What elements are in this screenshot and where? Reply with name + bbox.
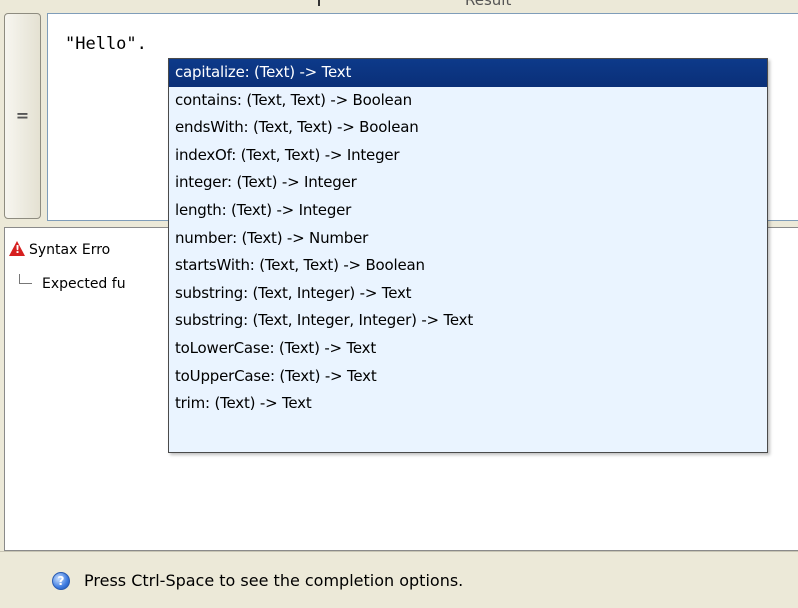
completion-item[interactable]: substring: (Text, Integer, Integer) -> T… xyxy=(169,307,767,335)
warning-icon xyxy=(9,241,25,256)
top-strip: Result xyxy=(0,0,798,10)
top-strip-tick xyxy=(318,0,320,6)
tree-branch-icon xyxy=(19,274,32,284)
completion-popup[interactable]: capitalize: (Text) -> Text contains: (Tex… xyxy=(168,58,768,453)
completion-item[interactable]: substring: (Text, Integer) -> Text xyxy=(169,280,767,308)
completion-list[interactable]: capitalize: (Text) -> Text contains: (Tex… xyxy=(169,59,767,418)
evaluate-button[interactable]: = xyxy=(4,13,41,219)
equals-icon: = xyxy=(15,106,30,125)
status-text: Press Ctrl-Space to see the completion o… xyxy=(84,571,464,590)
result-header-label: Result xyxy=(465,0,512,9)
info-icon xyxy=(52,572,70,590)
completion-item[interactable]: indexOf: (Text, Text) -> Integer xyxy=(169,142,767,170)
error-detail-row[interactable]: Expected fu xyxy=(19,274,126,292)
completion-item[interactable]: length: (Text) -> Integer xyxy=(169,197,767,225)
completion-item[interactable]: endsWith: (Text, Text) -> Boolean xyxy=(169,114,767,142)
expression-text[interactable]: "Hello". xyxy=(65,34,147,54)
syntax-error-text: Syntax Erro xyxy=(29,242,111,258)
completion-item[interactable]: integer: (Text) -> Integer xyxy=(169,169,767,197)
syntax-error-row[interactable]: Syntax Erro xyxy=(9,241,110,258)
completion-item[interactable]: capitalize: (Text) -> Text xyxy=(169,59,767,87)
completion-item[interactable]: startsWith: (Text, Text) -> Boolean xyxy=(169,252,767,280)
completion-item[interactable]: toUpperCase: (Text) -> Text xyxy=(169,363,767,391)
completion-item[interactable]: trim: (Text) -> Text xyxy=(169,390,767,418)
status-bar: Press Ctrl-Space to see the completion o… xyxy=(0,551,798,608)
completion-item[interactable]: toLowerCase: (Text) -> Text xyxy=(169,335,767,363)
completion-item[interactable]: contains: (Text, Text) -> Boolean xyxy=(169,87,767,115)
completion-item[interactable]: number: (Text) -> Number xyxy=(169,225,767,253)
error-detail-text: Expected fu xyxy=(42,276,126,292)
